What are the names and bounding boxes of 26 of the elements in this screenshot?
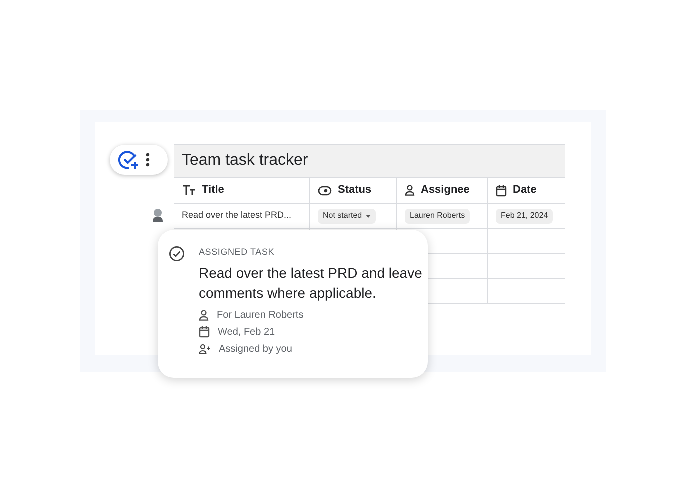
avatar-icon [152, 208, 164, 222]
date-chip[interactable]: Feb 21, 2024 [496, 208, 554, 224]
add-task-icon[interactable] [118, 149, 140, 171]
column-header: Date [513, 183, 537, 198]
text-format-icon [182, 185, 196, 196]
more-icon[interactable] [146, 153, 150, 167]
column-header: Status [338, 183, 372, 198]
column-header: Assignee [421, 183, 470, 198]
card-label: ASSIGNED TASK [199, 246, 276, 259]
status-dropdown[interactable]: Not started [318, 208, 376, 224]
column-header: Title [202, 183, 224, 198]
sheet-title: Team task tracker [174, 144, 565, 178]
caret-icon [366, 214, 372, 218]
check-circle-icon [169, 246, 185, 262]
calendar-icon [199, 326, 210, 338]
table-cell-text: Read over the latest PRD... [182, 209, 292, 222]
calendar-icon [496, 184, 507, 196]
person-icon [405, 185, 415, 196]
task-detail: Wed, Feb 21 [218, 326, 276, 340]
task-detail: For Lauren Roberts [217, 308, 304, 322]
person-icon [199, 310, 209, 320]
person-chip[interactable]: Lauren Roberts [405, 208, 470, 224]
people-icon [199, 344, 211, 354]
toggle-icon [318, 186, 332, 196]
task-title: Read over the latest PRD and leave comments where applicable. [199, 264, 424, 302]
task-detail: Assigned by you [219, 342, 292, 356]
